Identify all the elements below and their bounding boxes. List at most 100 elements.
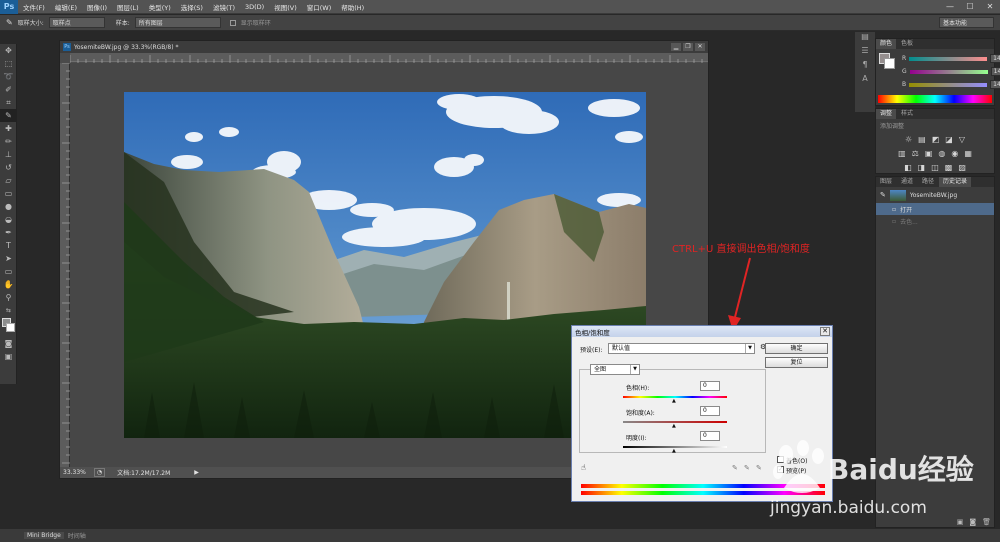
hand-tool-icon[interactable]: ✋: [0, 278, 17, 291]
saturation-field[interactable]: 0: [700, 406, 720, 416]
blue-slider[interactable]: [909, 82, 988, 87]
dodge-tool-icon[interactable]: ◒: [0, 213, 17, 226]
healing-brush-icon[interactable]: ✚: [0, 122, 17, 135]
minimize-button[interactable]: —: [940, 2, 960, 11]
stamp-tool-icon[interactable]: ⊥: [0, 148, 17, 161]
status-arrow-icon[interactable]: ▶: [194, 469, 199, 476]
color-spectrum-bar[interactable]: [878, 95, 992, 103]
menu-3d[interactable]: 3D(D): [240, 3, 269, 11]
red-value[interactable]: 149: [990, 54, 1000, 63]
threshold-icon[interactable]: ◫: [931, 163, 939, 172]
tab-adjustments[interactable]: 调整: [876, 109, 897, 119]
curves-icon[interactable]: ◩: [932, 135, 940, 144]
brush-tool-icon[interactable]: ✏: [0, 135, 17, 148]
lightness-slider-thumb[interactable]: ▲: [672, 448, 676, 454]
properties-panel-icon[interactable]: ☰: [855, 46, 875, 60]
green-slider[interactable]: [909, 69, 988, 74]
tab-layers[interactable]: 图层: [876, 177, 896, 187]
camera-snapshot-icon[interactable]: ◙: [969, 518, 976, 526]
new-document-icon[interactable]: ▣: [957, 518, 964, 526]
exposure-icon[interactable]: ◪: [945, 135, 953, 144]
tab-color[interactable]: 颜色: [876, 39, 897, 49]
doc-close-button[interactable]: ✕: [695, 43, 705, 51]
sample-select[interactable]: 所有图层: [134, 17, 221, 28]
eyedropper-plus-icon[interactable]: ✎: [744, 464, 750, 472]
move-tool-icon[interactable]: ✥: [0, 44, 17, 57]
menu-layer[interactable]: 图层(L): [112, 2, 144, 12]
tab-history[interactable]: 历史记录: [939, 177, 972, 187]
marquee-tool-icon[interactable]: ⬚: [0, 57, 17, 70]
pen-tool-icon[interactable]: ✒: [0, 226, 17, 239]
vibrance-icon[interactable]: ▥: [898, 149, 906, 158]
eyedropper-tool-icon[interactable]: ✎: [6, 18, 13, 27]
menu-edit[interactable]: 编辑(E): [50, 2, 82, 12]
gradient-fill-icon[interactable]: ▨: [958, 163, 966, 172]
menu-help[interactable]: 帮助(H): [336, 2, 369, 12]
photo-filter-icon[interactable]: ◍: [938, 149, 945, 158]
ok-button[interactable]: 确定: [765, 343, 828, 354]
gradient-tool-icon[interactable]: ▭: [0, 187, 17, 200]
color-balance-icon[interactable]: ⚖: [912, 149, 919, 158]
workspace-select[interactable]: 基本功能: [939, 17, 994, 28]
crop-tool-icon[interactable]: ⌗: [0, 96, 17, 109]
trash-icon[interactable]: 🗑: [982, 518, 991, 526]
paragraph-panel-icon[interactable]: ¶: [855, 60, 875, 74]
lasso-tool-icon[interactable]: ➰: [0, 70, 17, 83]
close-app-button[interactable]: ✕: [980, 2, 1000, 11]
levels-icon[interactable]: ▤: [918, 135, 926, 144]
saturation-slider-thumb[interactable]: ▲: [672, 423, 676, 429]
history-brush-icon[interactable]: ↺: [0, 161, 17, 174]
menu-filter[interactable]: 滤镜(T): [208, 2, 240, 12]
hue-field[interactable]: 0: [700, 381, 720, 391]
menu-file[interactable]: 文件(F): [18, 2, 50, 12]
path-select-icon[interactable]: ➤: [0, 252, 17, 265]
targeted-adjustment-icon[interactable]: ☝: [581, 463, 586, 472]
quick-mask-icon[interactable]: ◙: [0, 337, 17, 350]
selective-color-icon[interactable]: ▩: [945, 163, 953, 172]
black-white-icon[interactable]: ▣: [925, 149, 933, 158]
history-panel-icon[interactable]: ▤: [855, 32, 875, 46]
posterize-icon[interactable]: ◨: [918, 163, 926, 172]
tab-channels[interactable]: 通道: [897, 177, 917, 187]
document-tab[interactable]: Ps YosemiteBW.jpg @ 33.3%(RGB/8) * ▁ ❐ ✕: [60, 41, 708, 53]
eyedropper-icon[interactable]: ✎: [0, 109, 17, 122]
type-tool-icon[interactable]: T: [0, 239, 17, 252]
eyedropper-minus-icon[interactable]: ✎: [756, 464, 762, 472]
screen-mode-icon[interactable]: ▣: [0, 350, 17, 363]
brightness-icon[interactable]: ☼: [905, 135, 912, 144]
blur-tool-icon[interactable]: ●: [0, 200, 17, 213]
show-ring-checkbox[interactable]: [229, 19, 236, 26]
channel-mixer-icon[interactable]: ◉: [951, 149, 958, 158]
doc-minimize-button[interactable]: ▁: [671, 43, 681, 51]
invert-icon[interactable]: ◧: [904, 163, 912, 172]
swap-colors-icon[interactable]: ⇆: [0, 304, 17, 317]
history-item-desaturate[interactable]: ▫ 去色...: [876, 215, 994, 227]
tab-styles[interactable]: 样式: [897, 109, 917, 119]
red-slider[interactable]: [909, 56, 988, 61]
dialog-close-button[interactable]: ✕: [820, 327, 830, 336]
color-swatches[interactable]: [0, 317, 17, 337]
color-lookup-icon[interactable]: ▦: [964, 149, 972, 158]
menu-window[interactable]: 窗口(W): [302, 2, 337, 12]
tab-paths[interactable]: 路径: [918, 177, 938, 187]
tab-swatches[interactable]: 色板: [897, 39, 917, 49]
brush-source-icon[interactable]: ✎: [880, 191, 886, 199]
history-snapshot[interactable]: ✎ YosemiteBW.jpg: [876, 187, 994, 203]
channel-select[interactable]: 全图 ▼: [590, 364, 640, 375]
zoom-tool-icon[interactable]: ⚲: [0, 291, 17, 304]
blue-value[interactable]: 142: [990, 80, 1000, 89]
hue-slider-thumb[interactable]: ▲: [672, 398, 676, 404]
maximize-button[interactable]: ☐: [960, 2, 980, 11]
menu-image[interactable]: 图像(I): [82, 2, 112, 12]
lightness-field[interactable]: 0: [700, 431, 720, 441]
zoom-level[interactable]: 33.33%: [63, 469, 86, 476]
status-menu-icon[interactable]: ◔: [93, 468, 106, 477]
green-value[interactable]: 142: [990, 67, 1000, 76]
menu-type[interactable]: 类型(Y): [144, 2, 176, 12]
dialog-title-bar[interactable]: 色相/饱和度 ✕: [572, 326, 832, 337]
quick-select-tool-icon[interactable]: ✐: [0, 83, 17, 96]
history-item-open[interactable]: ▫ 打开: [876, 203, 994, 215]
preset-select[interactable]: 默认值 ▼: [608, 343, 755, 354]
menu-select[interactable]: 选择(S): [176, 2, 208, 12]
tab-timeline[interactable]: 时间轴: [68, 531, 86, 540]
